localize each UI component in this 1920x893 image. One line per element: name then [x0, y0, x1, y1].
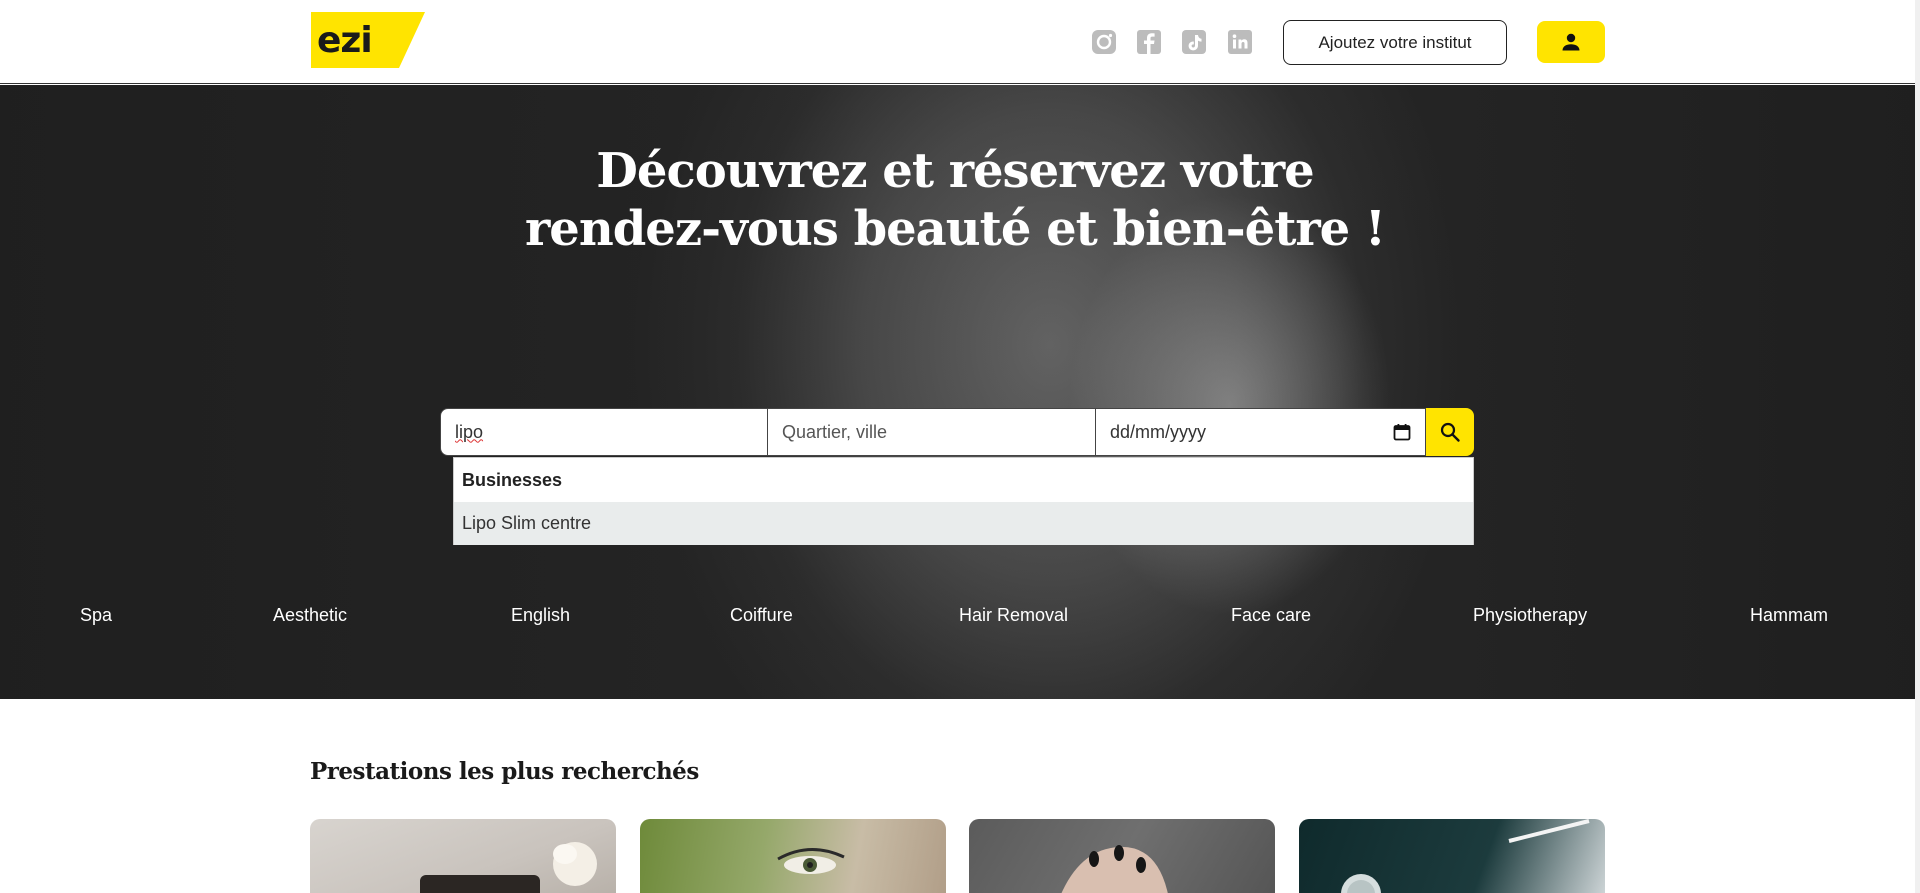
date-input[interactable]: dd/mm/yyyy [1096, 408, 1426, 456]
service-search-input[interactable]: lipo [440, 408, 768, 456]
category-face-care[interactable]: Face care [1231, 605, 1311, 631]
hero-title-line1: Découvrez et réservez votre [596, 143, 1314, 199]
category-spa[interactable]: Spa [80, 605, 112, 631]
category-physiotherapy[interactable]: Physiotherapy [1473, 605, 1587, 631]
page: ezi Ajoutez votre institut Découvrez et … [0, 0, 1920, 893]
category-hair-removal[interactable]: Hair Removal [959, 605, 1068, 631]
card-3-image [1061, 845, 1168, 893]
section-title: Prestations les plus recherchés [310, 758, 699, 785]
facebook-icon[interactable] [1135, 28, 1163, 56]
date-placeholder: dd/mm/yyyy [1110, 421, 1207, 442]
search-suggestions: Businesses Lipo Slim centre [453, 457, 1474, 545]
hero-title-line2: rendez-vous beauté et bien-être ! [525, 201, 1386, 257]
ezi-logo[interactable]: ezi [311, 12, 425, 68]
search-bar: lipo Quartier, ville dd/mm/yyyy [440, 408, 1474, 456]
category-coiffure[interactable]: Coiffure [730, 605, 793, 631]
instagram-icon[interactable] [1090, 28, 1118, 56]
category-aesthetic[interactable]: Aesthetic [273, 605, 347, 631]
card-1-image [420, 842, 597, 893]
top-header: ezi Ajoutez votre institut [0, 0, 1915, 84]
service-card-4[interactable] [1299, 819, 1605, 893]
card-2-image [777, 847, 845, 874]
search-icon [1440, 422, 1460, 442]
category-english[interactable]: English [511, 605, 570, 631]
card-4-image [1341, 819, 1590, 893]
calendar-icon[interactable] [1393, 423, 1411, 441]
linkedin-icon[interactable] [1226, 28, 1254, 56]
search-query-text: lipo [455, 421, 484, 442]
search-button[interactable] [1426, 408, 1474, 456]
hero-banner: Découvrez et réservez votre rendez-vous … [0, 85, 1915, 699]
account-button[interactable] [1537, 21, 1605, 63]
suggestion-item[interactable]: Lipo Slim centre [454, 502, 1473, 545]
add-institute-button[interactable]: Ajoutez votre institut [1283, 20, 1507, 65]
hero-title: Découvrez et réservez votre rendez-vous … [460, 142, 1450, 258]
tiktok-icon[interactable] [1180, 28, 1208, 56]
service-card-1[interactable] [310, 819, 616, 893]
user-icon [1562, 33, 1580, 51]
service-card-3[interactable] [969, 819, 1275, 893]
service-card-2[interactable] [640, 819, 946, 893]
page-scrollbar[interactable] [1915, 0, 1920, 893]
location-placeholder: Quartier, ville [782, 421, 888, 442]
category-hammam[interactable]: Hammam [1750, 605, 1828, 631]
suggestion-group-label: Businesses [462, 469, 563, 490]
location-input[interactable]: Quartier, ville [768, 408, 1096, 456]
logo-text: ezi [317, 20, 373, 61]
